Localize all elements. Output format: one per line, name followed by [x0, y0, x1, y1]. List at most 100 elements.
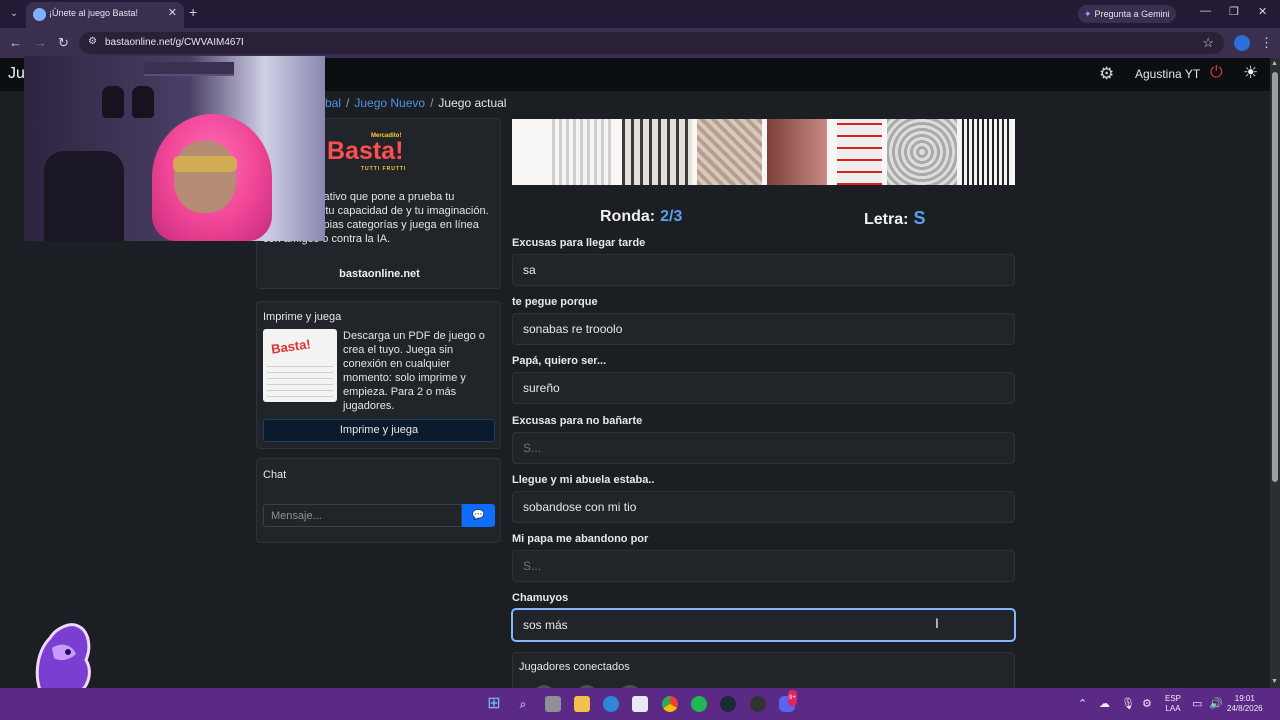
settings-gear-icon[interactable]: ⚙: [1099, 64, 1114, 84]
players-title: Jugadores conectados: [519, 661, 630, 673]
browser-tab-active[interactable]: ¡Únete al juego Basta! ✕: [26, 2, 184, 28]
chat-message-input[interactable]: [263, 504, 462, 527]
minimize-icon[interactable]: —: [1200, 5, 1211, 17]
site-brand[interactable]: Ju: [8, 65, 25, 83]
category-label: Chamuyos: [512, 592, 569, 604]
settings-tray-icon[interactable]: ⚙: [1142, 697, 1152, 710]
bookmark-star-icon[interactable]: ☆: [1202, 35, 1214, 51]
round-label: Ronda:: [600, 208, 656, 225]
clock-time: 19:01: [1234, 694, 1255, 703]
spotify-icon[interactable]: [691, 696, 707, 712]
letter-value: S: [913, 208, 926, 228]
gemini-button[interactable]: ✦ Pregunta a Gemini: [1078, 5, 1176, 23]
browser-menu-icon[interactable]: ⋮: [1260, 35, 1273, 51]
scroll-down-icon[interactable]: ▼: [1271, 678, 1278, 685]
forward-icon[interactable]: →: [34, 35, 47, 50]
category-input[interactable]: [512, 491, 1015, 523]
microphone-icon[interactable]: 🎙: [1121, 697, 1135, 710]
back-icon[interactable]: ←: [9, 35, 22, 50]
tab-title: ¡Únete al juego Basta!: [49, 8, 139, 18]
category-label: Papá, quiero ser...: [512, 355, 607, 367]
chat-title: Chat: [263, 469, 287, 481]
breadcrumb-current: Juego actual: [438, 96, 507, 110]
extension-shield-icon[interactable]: [1234, 35, 1250, 51]
print-card-title: Imprime y juega: [263, 311, 342, 323]
category-input[interactable]: [512, 550, 1015, 582]
search-icon[interactable]: ⌕: [515, 696, 531, 712]
volume-icon[interactable]: 🔊: [1209, 697, 1223, 710]
basta-logo: Basta!: [327, 137, 404, 165]
ad-product-glitter: [552, 119, 612, 185]
webcam-backpack: [132, 86, 154, 118]
thumbnail-lines: [267, 363, 333, 397]
breadcrumb-home[interactable]: bal: [325, 96, 341, 110]
browser-toolbar: ← → ↻ ⚙ bastaonline.net/g/CWVAIM467I ☆ ⋮: [0, 28, 1280, 58]
clock-date: 24/8/2026: [1227, 704, 1263, 713]
comment-icon: 💬: [472, 510, 485, 521]
steam-icon[interactable]: [720, 696, 736, 712]
language-code: ESP: [1165, 694, 1182, 703]
restore-icon[interactable]: ❐: [1229, 5, 1239, 18]
file-explorer-icon[interactable]: [574, 696, 590, 712]
tab-close-icon[interactable]: ✕: [168, 6, 177, 19]
user-name[interactable]: Agustina YT: [1135, 67, 1200, 81]
gemini-icon: ✦: [1084, 9, 1092, 19]
breadcrumb-new-game[interactable]: Juego Nuevo: [354, 96, 425, 110]
windows-start-icon[interactable]: ⊞: [486, 696, 502, 712]
category-field: Llegue y mi abuela estaba..: [512, 474, 1015, 523]
category-input[interactable]: [512, 372, 1015, 404]
ad-product-stickers: [697, 119, 762, 185]
ad-product-stencil: [962, 119, 1012, 185]
category-input-focused[interactable]: [512, 609, 1015, 641]
language-indicator[interactable]: ESP LAA: [1165, 694, 1181, 714]
network-icon[interactable]: ▭: [1192, 697, 1202, 710]
webcam-backpack: [102, 86, 124, 118]
scrollbar-thumb[interactable]: [1272, 72, 1278, 482]
theme-sun-icon[interactable]: ☀: [1243, 63, 1258, 83]
webcam-person-glasses: [173, 156, 237, 172]
discord-icon[interactable]: 9+: [779, 690, 797, 712]
site-info-icon[interactable]: ⚙: [88, 36, 97, 47]
ad-product-nails: [767, 119, 827, 185]
task-view-icon[interactable]: [545, 696, 561, 712]
category-input[interactable]: [512, 313, 1015, 345]
category-field: Excusas para llegar tarde: [512, 237, 1015, 286]
store-icon[interactable]: [632, 696, 648, 712]
tab-search-icon[interactable]: ⌄: [5, 5, 23, 23]
category-field: Mi papa me abandono por: [512, 533, 1015, 582]
letter-label: Letra:: [864, 211, 909, 228]
url-text[interactable]: bastaonline.net/g/CWVAIM467I: [105, 37, 244, 48]
category-label: Excusas para no bañarte: [512, 415, 643, 427]
ad-banner[interactable]: [512, 119, 1015, 185]
logout-power-icon[interactable]: ⏻: [1210, 64, 1223, 82]
category-input[interactable]: [512, 432, 1015, 464]
obs-icon[interactable]: [750, 696, 766, 712]
chat-send-button[interactable]: 💬: [462, 504, 495, 527]
text-cursor-icon: I: [935, 615, 939, 631]
tray-chevron-icon[interactable]: ⌃: [1078, 697, 1087, 710]
scroll-up-icon[interactable]: ▲: [1271, 60, 1278, 67]
taskbar-clock[interactable]: 19:01 24/8/2026: [1227, 694, 1263, 714]
chat-card: Chat 💬: [256, 458, 501, 543]
category-field: Excusas para no bañarte: [512, 415, 1015, 464]
category-label: Excusas para llegar tarde: [512, 237, 646, 249]
category-input[interactable]: [512, 254, 1015, 286]
category-label: te pegue porque: [512, 296, 598, 308]
address-bar[interactable]: ⚙ bastaonline.net/g/CWVAIM467I ☆: [79, 32, 1224, 54]
onedrive-icon[interactable]: ☁: [1099, 697, 1110, 710]
page-scrollbar[interactable]: ▲ ▼: [1270, 58, 1280, 688]
thumbnail-logo: Basta!: [270, 336, 312, 357]
category-label: Llegue y mi abuela estaba..: [512, 474, 655, 486]
logo-sub-text: TUTTI FRUTTI: [361, 166, 407, 172]
print-description: Descarga un PDF de juego o crea el tuyo.…: [343, 330, 485, 412]
edge-icon[interactable]: [603, 696, 619, 712]
streamer-sticker-icon: [35, 623, 91, 694]
new-tab-icon[interactable]: +: [189, 4, 197, 20]
print-play-button[interactable]: Imprime y juega: [263, 419, 495, 442]
window-close-icon[interactable]: ✕: [1258, 5, 1267, 18]
letter-indicator: Letra: S: [864, 208, 925, 229]
reload-icon[interactable]: ↻: [58, 35, 69, 51]
chrome-icon[interactable]: [662, 696, 678, 712]
keyboard-layout: LAA: [1165, 704, 1181, 713]
ad-product-stones: [887, 119, 957, 185]
